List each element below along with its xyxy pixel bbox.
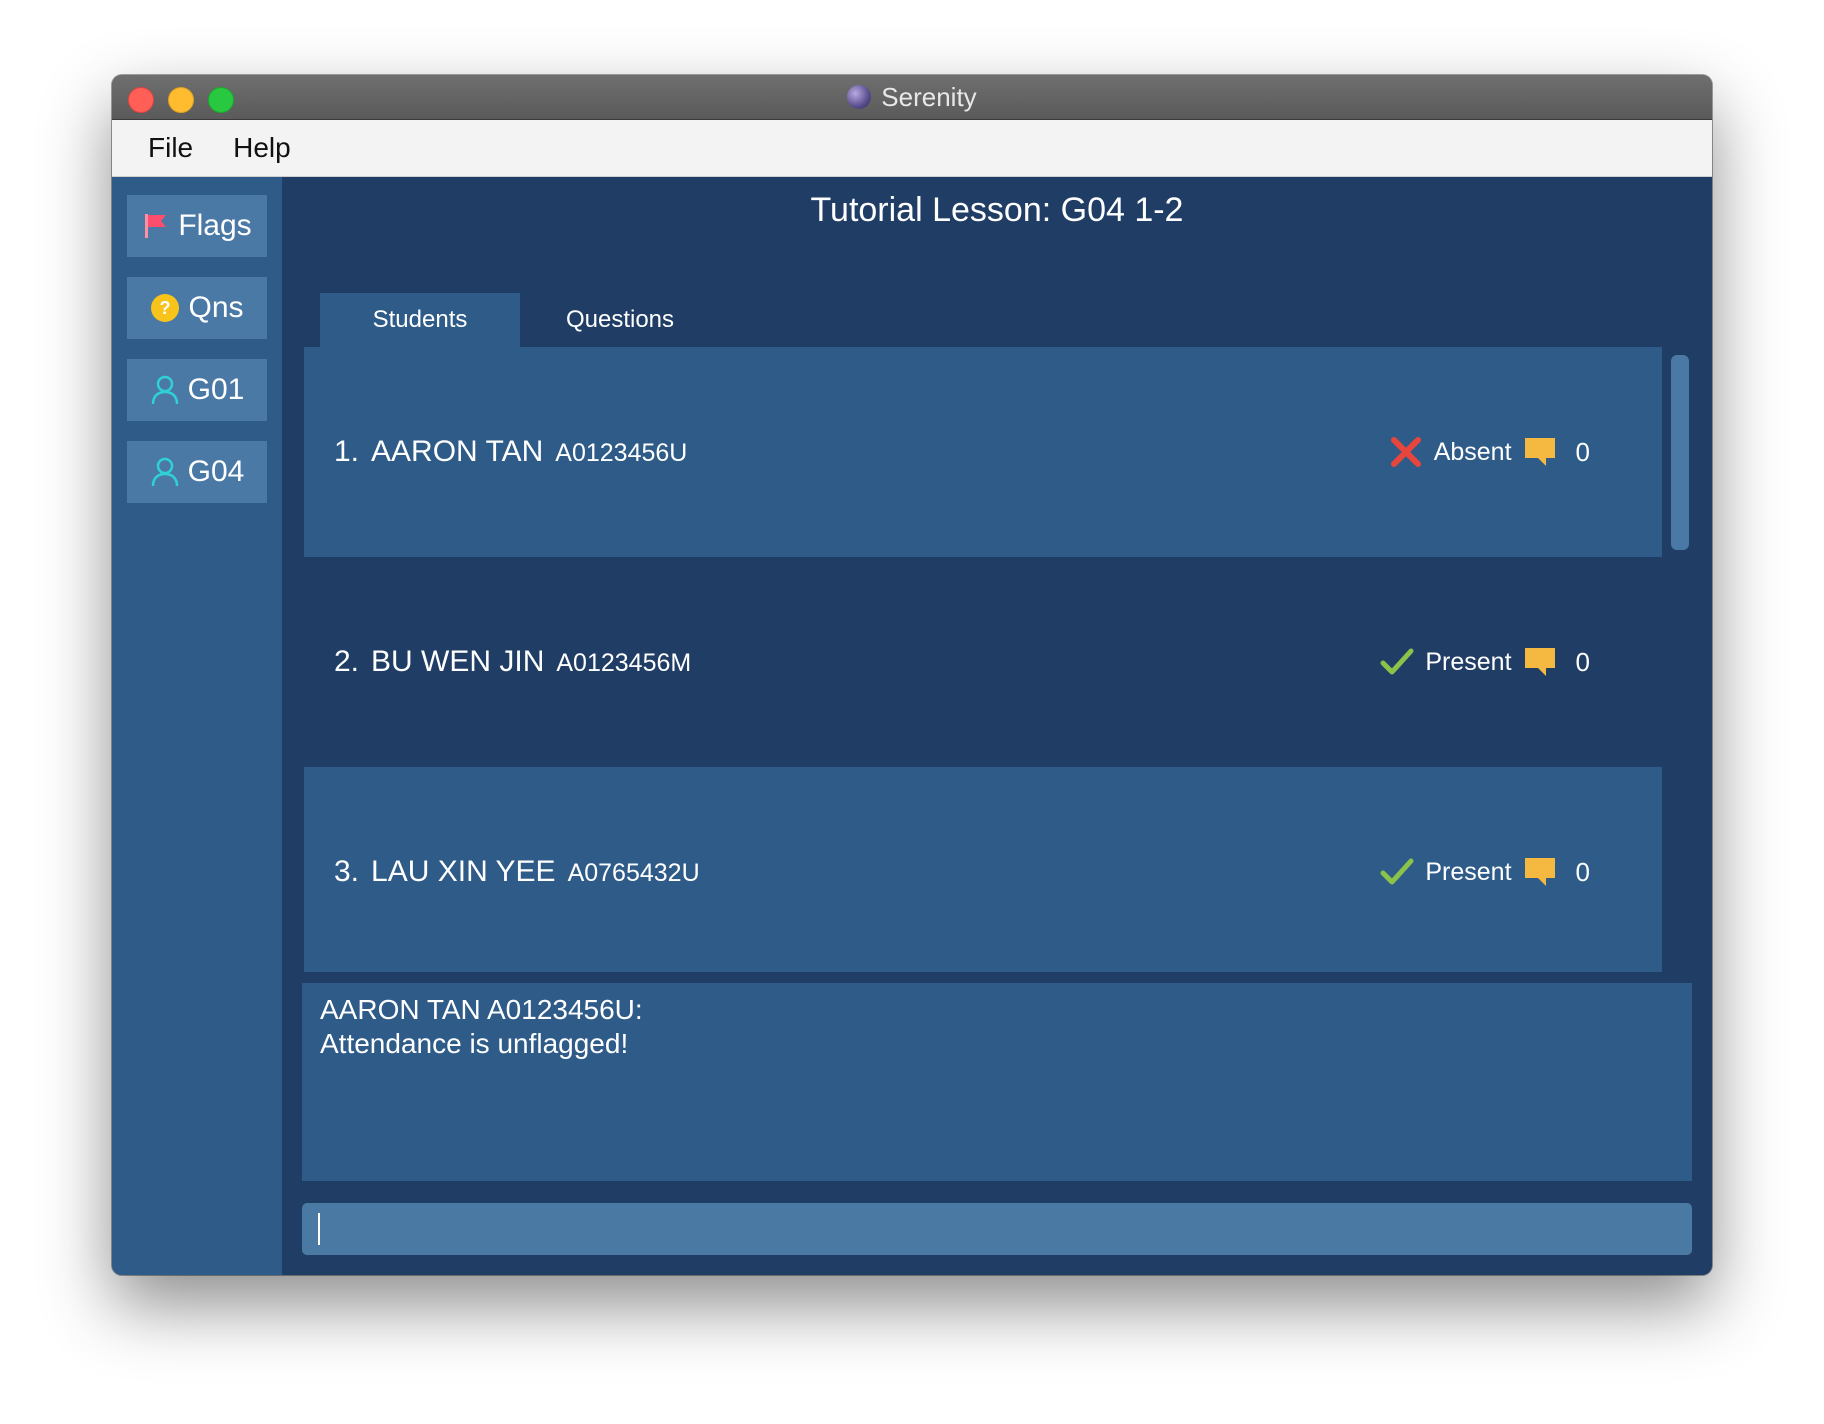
sidebar-item-g04[interactable]: G04 <box>127 441 267 503</box>
student-row[interactable]: 3. LAU XIN YEE A0765432U Present 0 <box>304 767 1662 972</box>
sidebar-item-g01[interactable]: G01 <box>127 359 267 421</box>
question-count: 0 <box>1575 646 1590 677</box>
student-name: BU WEN JIN <box>371 645 545 678</box>
app-logo-icon <box>847 85 872 109</box>
student-info: 1. AARON TAN A0123456U <box>334 435 687 469</box>
check-icon <box>1379 854 1415 890</box>
attendance-status: Present <box>1425 857 1512 886</box>
question-count: 0 <box>1575 856 1590 887</box>
student-name: AARON TAN <box>371 435 544 468</box>
result-display: AARON TAN A0123456U: Attendance is unfla… <box>302 983 1692 1181</box>
tab-students[interactable]: Students <box>320 293 520 347</box>
main-panel: Tutorial Lesson: G04 1-2 Students Questi… <box>282 177 1712 1275</box>
student-list-scrollbar[interactable] <box>1671 349 1689 969</box>
sidebar-item-label: Flags <box>178 209 252 242</box>
scrollbar-thumb[interactable] <box>1671 355 1689 550</box>
student-name: LAU XIN YEE <box>371 855 556 888</box>
attendance-status: Absent <box>1433 437 1512 466</box>
result-line-1: AARON TAN A0123456U: <box>320 994 643 1025</box>
sidebar-item-qns[interactable]: ? Qns <box>127 277 267 339</box>
student-status: Absent 0 <box>1388 434 1590 470</box>
cross-icon <box>1388 434 1424 470</box>
check-icon <box>1379 644 1415 680</box>
student-id: A0123456U <box>555 439 688 467</box>
student-index: 2. <box>334 645 360 678</box>
result-line-2: Attendance is unflagged! <box>320 1028 629 1059</box>
menu-help[interactable]: Help <box>233 132 291 164</box>
menu-bar: File Help <box>112 120 1712 177</box>
speech-bubble-icon <box>1522 854 1558 890</box>
flag-icon <box>142 212 170 240</box>
student-info: 3. LAU XIN YEE A0765432U <box>334 855 700 889</box>
student-id: A0765432U <box>567 859 700 887</box>
window-title-group: Serenity <box>112 75 1712 119</box>
sidebar-item-label: Qns <box>188 291 244 324</box>
window-title: Serenity <box>881 81 977 112</box>
student-row[interactable]: 1. AARON TAN A0123456U Absent 0 <box>304 347 1662 557</box>
sidebar-item-flags[interactable]: Flags <box>127 195 267 257</box>
student-status: Present 0 <box>1379 854 1590 890</box>
student-list: 1. AARON TAN A0123456U Absent 0 2. BU WE… <box>304 347 1662 972</box>
student-index: 3. <box>334 855 360 888</box>
sidebar-item-label: G01 <box>187 373 245 406</box>
person-icon <box>150 456 180 488</box>
command-box[interactable] <box>302 1203 1692 1255</box>
speech-bubble-icon <box>1522 434 1558 470</box>
attendance-status: Present <box>1425 647 1512 676</box>
menu-file[interactable]: File <box>148 132 193 164</box>
tab-questions[interactable]: Questions <box>520 293 720 347</box>
question-count: 0 <box>1575 436 1590 467</box>
student-info: 2. BU WEN JIN A0123456M <box>334 645 691 679</box>
student-row[interactable]: 2. BU WEN JIN A0123456M Present 0 <box>304 557 1662 767</box>
sidebar-item-label: G04 <box>187 455 245 488</box>
app-window: Serenity File Help Flags ? Qns G01 G04 T… <box>112 75 1712 1275</box>
command-input[interactable] <box>318 1212 1676 1246</box>
title-bar: Serenity <box>112 75 1712 120</box>
person-icon <box>150 374 180 406</box>
student-id: A0123456M <box>556 649 692 677</box>
student-status: Present 0 <box>1379 644 1590 680</box>
page-title: Tutorial Lesson: G04 1-2 <box>810 191 1184 229</box>
svg-text:?: ? <box>160 298 171 318</box>
speech-bubble-icon <box>1522 644 1558 680</box>
question-icon: ? <box>150 293 180 323</box>
student-index: 1. <box>334 435 360 468</box>
sidebar: Flags ? Qns G01 G04 <box>112 177 282 1275</box>
